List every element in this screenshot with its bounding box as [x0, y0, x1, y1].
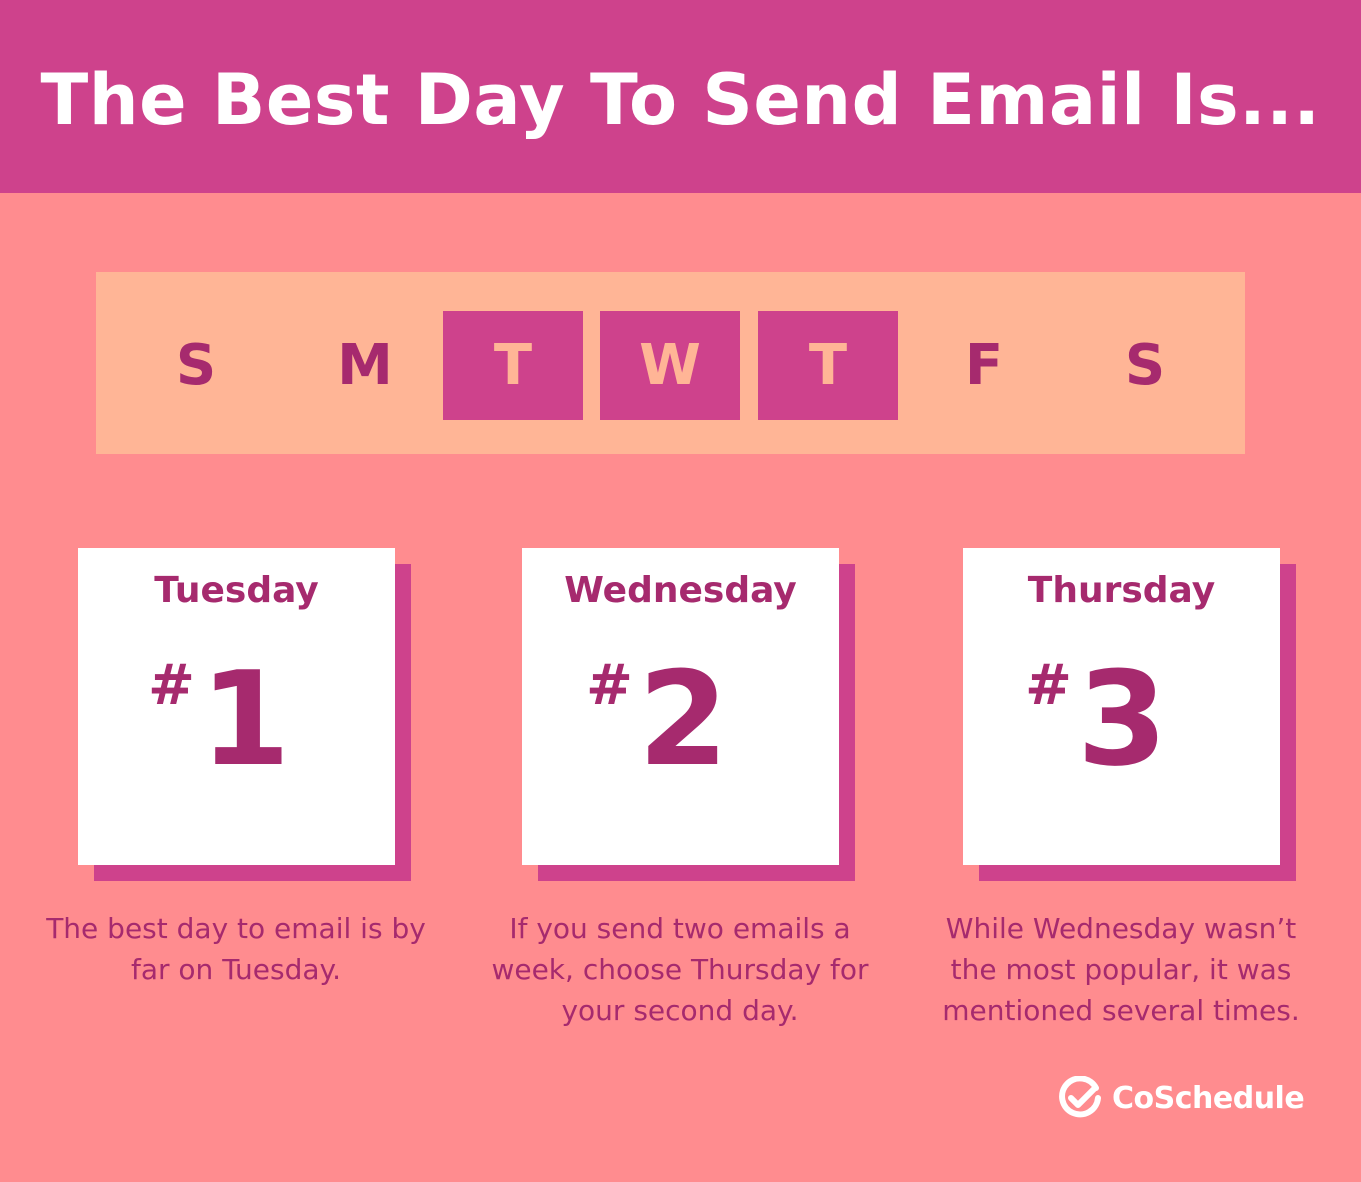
- header-banner: The Best Day To Send Email Is...: [0, 0, 1361, 193]
- page-title: The Best Day To Send Email Is...: [40, 58, 1321, 141]
- rank-card-3: Thursday # 3: [963, 548, 1296, 881]
- card-face: Thursday # 3: [963, 548, 1280, 865]
- card-day-name: Thursday: [1027, 570, 1216, 611]
- day-monday: M: [337, 333, 393, 398]
- rank-description-1: The best day to email is by far on Tuesd…: [46, 912, 426, 986]
- rank-card-1: Tuesday # 1: [78, 548, 411, 881]
- brand-name: CoSchedule: [1112, 1080, 1305, 1116]
- card-day-name: Wednesday: [564, 570, 797, 611]
- coschedule-check-icon: [1059, 1076, 1101, 1118]
- day-thursday-highlight: T: [758, 311, 898, 420]
- day-tuesday-highlight: T: [443, 311, 583, 420]
- hash-symbol: #: [148, 653, 195, 718]
- day-sunday: S: [175, 333, 217, 398]
- hash-symbol: #: [1025, 653, 1072, 718]
- card-day-name: Tuesday: [154, 570, 319, 611]
- day-saturday: S: [1124, 333, 1166, 398]
- hash-symbol: #: [586, 653, 633, 718]
- rank-digit: 1: [200, 643, 291, 795]
- rank-description-2: If you send two emails a week, choose Th…: [491, 912, 869, 1027]
- card-face: Wednesday # 2: [522, 548, 839, 865]
- rank-digit: 3: [1077, 643, 1168, 795]
- rank-description-3: While Wednesday wasn’t the most popular,…: [942, 912, 1300, 1027]
- day-friday: F: [964, 333, 1004, 398]
- coschedule-logo: CoSchedule: [1058, 1074, 1305, 1122]
- week-days-bar: S M T W T F S: [96, 272, 1245, 454]
- rank-card-2: Wednesday # 2: [522, 548, 855, 881]
- day-wednesday-highlight: W: [600, 311, 740, 420]
- card-face: Tuesday # 1: [78, 548, 395, 865]
- rank-digit: 2: [638, 643, 729, 795]
